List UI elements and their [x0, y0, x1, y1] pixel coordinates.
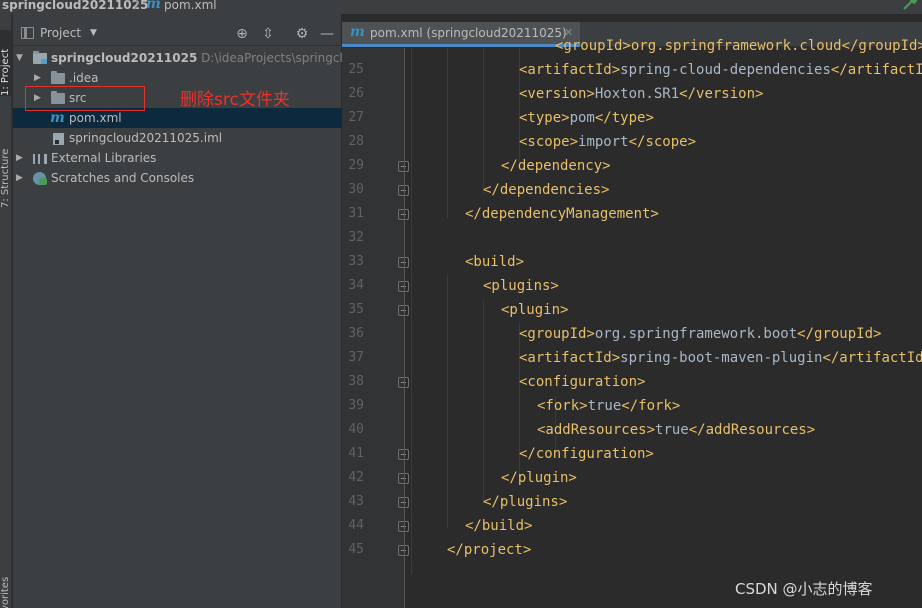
- line-number: 43: [348, 494, 364, 509]
- line-number: 25: [348, 62, 364, 77]
- line-number: 35: [348, 302, 364, 317]
- line-number: 45: [348, 542, 364, 557]
- code-line: </plugins>: [483, 494, 568, 510]
- line-number: 37: [348, 350, 364, 365]
- collapse-all-icon[interactable]: ⇳: [259, 25, 277, 43]
- indent-guide: [483, 300, 484, 504]
- maven-file-icon: m: [50, 110, 65, 126]
- hammer-icon[interactable]: [902, 0, 918, 10]
- code-line: <artifactId>spring-boot-maven-plugin</ar…: [519, 350, 922, 366]
- code-line: </plugin>: [501, 470, 577, 486]
- project-view-icon: [21, 27, 34, 39]
- code-line: <fork>true</fork>: [537, 398, 681, 414]
- breadcrumb-file[interactable]: pom.xml: [164, 0, 217, 12]
- breadcrumb-separator: 〉: [134, 0, 147, 11]
- expand-arrow-icon[interactable]: ▼: [16, 48, 23, 68]
- code-line-partial: <groupId>org.springframework.cloud</grou…: [555, 38, 922, 54]
- expand-arrow-icon[interactable]: ▶: [34, 68, 41, 88]
- maven-file-icon: m: [146, 0, 161, 12]
- project-panel-header: Project ▼ ⊕ ⇳ ⚙ —: [13, 22, 342, 46]
- tree-item-label: springcloud20211025.iml: [69, 131, 223, 145]
- code-line: <version>Hoxton.SR1</version>: [519, 86, 764, 102]
- navigation-bar: springcloud20211025 〉 m pom.xml: [0, 0, 922, 14]
- tree-item-label: Scratches and Consoles: [51, 171, 195, 185]
- code-line: <build>: [465, 254, 525, 270]
- indent-guide: [447, 48, 448, 218]
- line-number: 39: [348, 398, 364, 413]
- editor-gutter: 25 26 27 28 29 30 31 32 33 34 35 36 37 38 39 40 41 42 43 44…: [342, 48, 409, 608]
- code-line: </dependencyManagement>: [465, 206, 659, 222]
- maven-file-icon: m: [350, 24, 365, 40]
- line-number: 40: [348, 422, 364, 437]
- code-line: </configuration>: [519, 446, 654, 462]
- libraries-icon: [33, 154, 47, 164]
- line-number: 27: [348, 110, 364, 125]
- gear-icon[interactable]: ⚙: [293, 25, 311, 43]
- tree-item-external-libraries[interactable]: ▶ External Libraries: [13, 148, 342, 168]
- annotation-highlight-box: [25, 86, 145, 111]
- line-number: 26: [348, 86, 364, 101]
- line-number: 38: [348, 374, 364, 389]
- code-line: <type>pom</type>: [519, 110, 654, 126]
- line-number: 32: [348, 230, 364, 245]
- line-number: 41: [348, 446, 364, 461]
- tree-item-project-root[interactable]: ▼ springcloud20211025 D:\ideaProjects\sp…: [13, 48, 342, 68]
- code-line: <plugin>: [501, 302, 569, 318]
- project-tool-tab[interactable]: 1: Project: [0, 30, 12, 96]
- code-line: <addResources>true</addResources>: [537, 422, 816, 438]
- project-view-selector[interactable]: Project: [40, 26, 81, 40]
- code-editor[interactable]: m pom.xml (springcloud20211025) ✕ 25 26 27…: [342, 14, 922, 608]
- code-line: </build>: [465, 518, 533, 534]
- tree-item-scratches[interactable]: ▶ Scratches and Consoles: [13, 168, 342, 188]
- code-line: <groupId>org.springframework.boot</group…: [519, 326, 882, 342]
- indent-guide: [483, 48, 484, 194]
- tree-item-label: .idea: [69, 71, 99, 85]
- module-folder-icon: [33, 51, 47, 64]
- chevron-down-icon[interactable]: ▼: [90, 28, 97, 38]
- code-line: </project>: [447, 542, 532, 558]
- code-line: </dependency>: [501, 158, 611, 174]
- favorites-tool-tab[interactable]: Favorites: [0, 570, 12, 608]
- breadcrumb-project[interactable]: springcloud20211025: [2, 0, 148, 12]
- expand-arrow-icon[interactable]: ▶: [16, 168, 23, 188]
- tree-item-label: springcloud20211025: [51, 51, 198, 65]
- locate-icon[interactable]: ⊕: [233, 25, 251, 43]
- line-number: 29: [348, 158, 364, 173]
- indent-guide: [447, 276, 448, 528]
- line-number: 28: [348, 134, 364, 149]
- annotation-text: 删除src文件夹: [180, 90, 290, 110]
- folder-icon: [51, 71, 65, 84]
- line-number: 44: [348, 518, 364, 533]
- expand-arrow-icon[interactable]: ▶: [16, 148, 23, 168]
- code-line: <plugins>: [483, 278, 559, 294]
- tab-label: pom.xml (springcloud20211025): [370, 26, 567, 40]
- tree-item-iml[interactable]: springcloud20211025.iml: [13, 128, 342, 148]
- gutter-separator: [404, 48, 405, 608]
- tool-window-strip: 1: Project 7: Structure Favorites: [0, 14, 12, 608]
- code-line: <artifactId>spring-cloud-dependencies</a…: [519, 62, 922, 78]
- hide-panel-icon[interactable]: —: [318, 25, 336, 43]
- line-number: 33: [348, 254, 364, 269]
- tree-item-pom[interactable]: m pom.xml: [13, 108, 342, 128]
- indent-guide: [411, 48, 412, 574]
- line-number: 36: [348, 326, 364, 341]
- line-number: 30: [348, 182, 364, 197]
- code-line: </dependencies>: [483, 182, 610, 198]
- line-number: 31: [348, 206, 364, 221]
- tree-item-label: External Libraries: [51, 151, 157, 165]
- code-line: <scope>import</scope>: [519, 134, 697, 150]
- tab-pom-xml[interactable]: m pom.xml (springcloud20211025) ✕: [342, 22, 580, 47]
- tree-item-idea[interactable]: ▶ .idea: [13, 68, 342, 88]
- scratches-icon: [33, 172, 47, 185]
- watermark: CSDN @小志的博客: [735, 580, 873, 598]
- tree-item-path: D:\ideaProjects\springclou: [201, 51, 342, 65]
- line-number: 34: [348, 278, 364, 293]
- code-line: <configuration>: [519, 374, 646, 390]
- tree-item-label: pom.xml: [69, 111, 122, 125]
- line-number: 42: [348, 470, 364, 485]
- iml-file-icon: [53, 133, 64, 145]
- structure-tool-tab[interactable]: 7: Structure: [0, 126, 12, 208]
